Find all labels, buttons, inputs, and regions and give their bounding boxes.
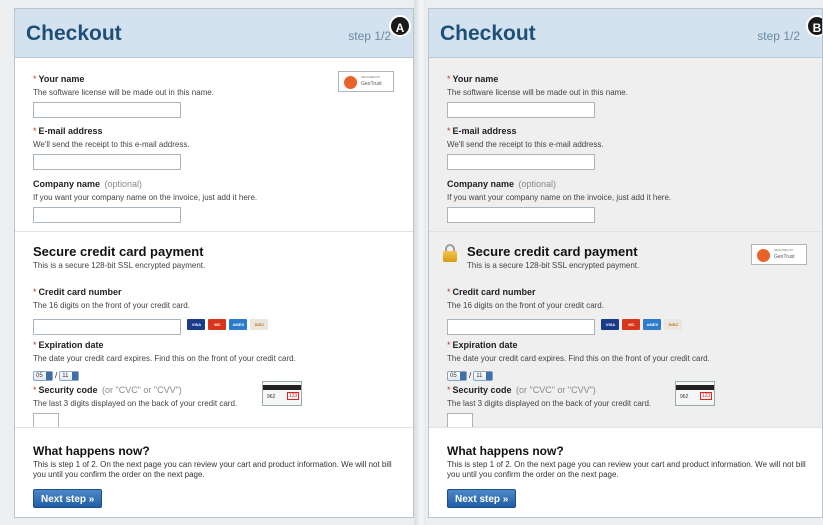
- email-hint: We'll send the receipt to this e-mail ad…: [447, 140, 604, 149]
- email-label: E-mail address: [38, 126, 103, 136]
- mastercard-icon: MC: [208, 319, 227, 330]
- email-hint: We'll send the receipt to this e-mail ad…: [33, 140, 190, 149]
- page-title: Checkout: [26, 22, 122, 45]
- what-happens-title: What happens now?: [33, 444, 150, 458]
- payment-section: Secure credit card payment This is a sec…: [15, 231, 413, 429]
- panel-divider: [414, 0, 426, 525]
- cc-field-group: * Credit card number The 16 digits on the…: [33, 282, 269, 335]
- cvc-optional: (or "CVC" or "CVV"): [516, 385, 596, 395]
- personal-info-section: * Your name The software license will be …: [429, 58, 822, 231]
- cc-field-group: * Credit card number The 16 digits on the…: [447, 282, 683, 335]
- card-brand-logos: VISA MC AMEX DISC: [187, 319, 269, 330]
- company-hint: If you want your company name on the inv…: [33, 193, 258, 202]
- payment-subtitle: This is a secure 128-bit SSL encrypted p…: [33, 261, 206, 270]
- what-happens-content: What happens now? This is step 1 of 2. O…: [33, 444, 393, 508]
- company-input[interactable]: [447, 207, 595, 223]
- expiry-field-group: * Expiration date The date your credit ca…: [447, 340, 710, 381]
- payment-heading: Secure credit card payment This is a sec…: [467, 244, 639, 270]
- payment-subtitle: This is a secure 128-bit SSL encrypted p…: [467, 261, 640, 270]
- name-field-group: * Your name The software license will be …: [33, 69, 214, 118]
- email-field-group: * E-mail address We'll send the receipt t…: [447, 121, 604, 170]
- variant-badge: B: [806, 15, 822, 37]
- lock-icon: [443, 244, 457, 262]
- cc-label: Credit card number: [452, 287, 536, 297]
- cc-input[interactable]: [447, 319, 595, 335]
- payment-title: Secure credit card payment: [467, 244, 638, 259]
- name-hint: The software license will be made out in…: [33, 88, 214, 97]
- visa-icon: VISA: [601, 319, 620, 330]
- geotrust-logo-icon: [757, 249, 770, 262]
- company-input[interactable]: [33, 207, 181, 223]
- comparison-stage: Checkout step 1/2 A SECURED BY GeoTrust …: [0, 0, 823, 525]
- discover-icon: DISC: [664, 319, 683, 330]
- email-input[interactable]: [33, 154, 181, 170]
- name-input[interactable]: [447, 102, 595, 118]
- amex-icon: AMEX: [229, 319, 248, 330]
- expiry-hint: The date your credit card expires. Find …: [447, 354, 710, 363]
- name-input[interactable]: [33, 102, 181, 118]
- payment-title: Secure credit card payment: [33, 244, 204, 259]
- next-step-button[interactable]: Next step »: [33, 489, 103, 508]
- visa-icon: VISA: [187, 319, 206, 330]
- email-input[interactable]: [447, 154, 595, 170]
- checkout-panel-b: Checkout step 1/2 B * Your name The softw…: [428, 8, 823, 518]
- name-hint: The software license will be made out in…: [447, 88, 628, 97]
- name-label: Your name: [452, 74, 499, 84]
- cvc-sample-card: 962 123: [675, 381, 715, 406]
- next-step-button[interactable]: Next step »: [447, 489, 517, 508]
- company-optional: (optional): [104, 179, 143, 189]
- checkout-panel-a: Checkout step 1/2 A SECURED BY GeoTrust …: [14, 8, 414, 518]
- what-happens-title: What happens now?: [447, 444, 564, 458]
- expiry-label: Expiration date: [38, 340, 104, 350]
- card-brand-logos: VISA MC AMEX DISC: [601, 319, 683, 330]
- step-indicator: step 1/2: [348, 29, 391, 43]
- expiry-field-group: * Expiration date The date your credit ca…: [33, 340, 296, 381]
- page-title: Checkout: [440, 22, 536, 45]
- what-happens-text: This is step 1 of 2. On the next page yo…: [447, 460, 806, 479]
- geotrust-logo-icon: [344, 76, 357, 89]
- cvc-sample-card: 962 123: [262, 381, 302, 406]
- amex-icon: AMEX: [643, 319, 662, 330]
- company-label: Company name: [33, 179, 101, 189]
- company-field-group: Company name (optional) If you want your…: [447, 174, 671, 223]
- geotrust-seal: SECURED BY GeoTrust: [338, 71, 394, 92]
- company-label: Company name: [447, 179, 515, 189]
- discover-icon: DISC: [250, 319, 269, 330]
- cvc-hint: The last 3 digits displayed on the back …: [447, 399, 652, 408]
- checkout-header: Checkout step 1/2 B: [429, 9, 822, 58]
- what-happens-section: What happens now? This is step 1 of 2. O…: [15, 427, 413, 517]
- cc-hint: The 16 digits on the front of your credi…: [447, 301, 604, 310]
- what-happens-section: What happens now? This is step 1 of 2. O…: [429, 427, 822, 517]
- expiry-label: Expiration date: [452, 340, 518, 350]
- name-field-group: * Your name The software license will be …: [447, 69, 628, 118]
- email-label: E-mail address: [452, 126, 517, 136]
- cvc-field-group: * Security code (or "CVC" or "CVV") The l…: [447, 380, 651, 429]
- email-field-group: * E-mail address We'll send the receipt t…: [33, 121, 190, 170]
- company-field-group: Company name (optional) If you want your…: [33, 174, 257, 223]
- payment-heading: Secure credit card payment This is a sec…: [33, 244, 205, 270]
- variant-badge: A: [389, 15, 411, 37]
- what-happens-content: What happens now? This is step 1 of 2. O…: [447, 444, 807, 508]
- company-optional: (optional): [518, 179, 557, 189]
- name-label: Your name: [38, 74, 85, 84]
- what-happens-text: This is step 1 of 2. On the next page yo…: [33, 460, 392, 479]
- step-indicator: step 1/2: [757, 29, 800, 43]
- cvc-hint: The last 3 digits displayed on the back …: [33, 399, 238, 408]
- expiry-hint: The date your credit card expires. Find …: [33, 354, 296, 363]
- payment-section: SECURED BY GeoTrust Secure credit card p…: [429, 231, 822, 429]
- cc-input[interactable]: [33, 319, 181, 335]
- personal-info-section: SECURED BY GeoTrust * Your name The softw…: [15, 58, 413, 231]
- cvc-field-group: * Security code (or "CVC" or "CVV") The l…: [33, 380, 237, 429]
- cvc-label: Security code: [452, 385, 512, 395]
- mastercard-icon: MC: [622, 319, 641, 330]
- cvc-label: Security code: [38, 385, 98, 395]
- cc-label: Credit card number: [38, 287, 122, 297]
- geotrust-seal: SECURED BY GeoTrust: [751, 244, 807, 265]
- company-hint: If you want your company name on the inv…: [447, 193, 672, 202]
- cc-hint: The 16 digits on the front of your credi…: [33, 301, 190, 310]
- checkout-header: Checkout step 1/2 A: [15, 9, 413, 58]
- cvc-optional: (or "CVC" or "CVV"): [102, 385, 182, 395]
